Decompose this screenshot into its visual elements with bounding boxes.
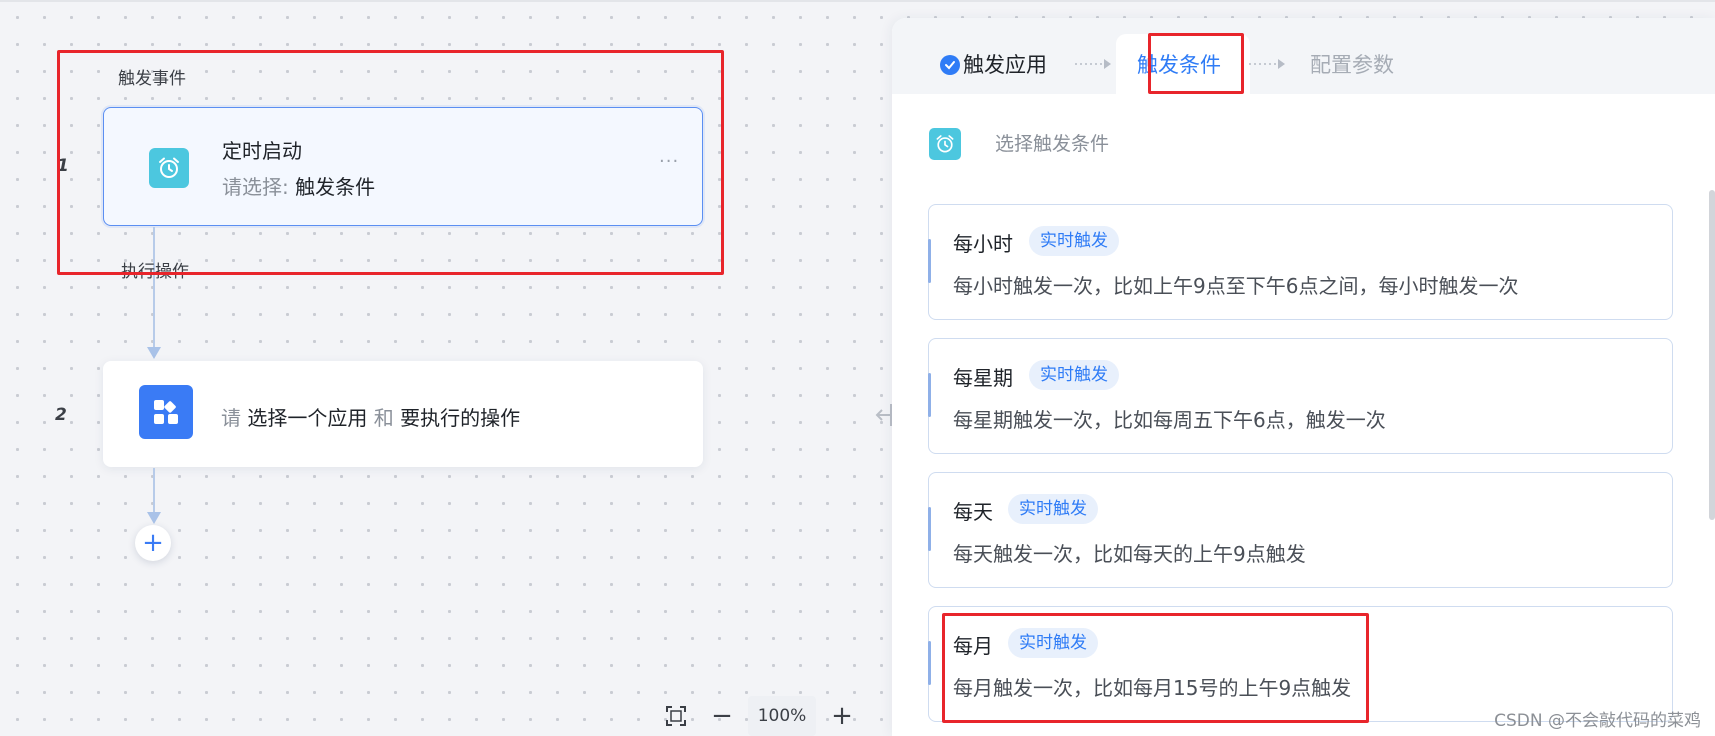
card-accent-bar bbox=[928, 641, 931, 685]
step-number-2: 2 bbox=[55, 405, 67, 425]
condition-desc: 每天触发一次，比如每天的上午9点触发 bbox=[953, 542, 1306, 566]
action-prompt-part-3: 和 bbox=[373, 406, 394, 430]
section-title: 选择触发条件 bbox=[995, 133, 1110, 155]
check-circle-icon bbox=[940, 55, 960, 75]
action-node[interactable]: 请 选择一个应用 和 要执行的操作 bbox=[103, 361, 703, 467]
plus-icon: + bbox=[142, 528, 164, 558]
condition-card-daily[interactable]: 每天 实时触发 每天触发一次，比如每天的上午9点触发 bbox=[928, 472, 1673, 588]
card-accent-bar bbox=[928, 239, 931, 283]
config-panel: 触发应用 触发条件 配置参数 选择触发条件 每小时 实时触发 每小时触发一次，比… bbox=[892, 18, 1715, 736]
highlight-box-trigger bbox=[57, 50, 724, 275]
realtime-badge: 实时触发 bbox=[1029, 360, 1119, 390]
condition-title: 每星期 bbox=[953, 366, 1013, 390]
panel-scrollbar[interactable] bbox=[1709, 190, 1715, 520]
watermark: CSDN @不会敲代码的菜鸡 bbox=[1494, 711, 1701, 731]
top-border bbox=[0, 0, 1715, 2]
fit-screen-button[interactable] bbox=[656, 696, 696, 736]
condition-card-hourly[interactable]: 每小时 实时触发 每小时触发一次，比如上午9点至下午6点之间，每小时触发一次 bbox=[928, 204, 1673, 320]
highlight-box-step bbox=[1148, 33, 1244, 94]
step-arrow-icon bbox=[1075, 59, 1111, 69]
highlight-box-monthly bbox=[942, 613, 1369, 723]
condition-title: 每小时 bbox=[953, 232, 1013, 256]
apps-grid-icon bbox=[139, 385, 193, 439]
action-prompt-part-1: 请 bbox=[221, 406, 241, 430]
zoom-level: 100% bbox=[748, 696, 816, 736]
card-accent-bar bbox=[928, 373, 931, 417]
steps-header: 触发应用 触发条件 配置参数 bbox=[892, 18, 1715, 94]
step-arrow-icon bbox=[1249, 59, 1285, 69]
action-prompt-part-2: 选择一个应用 bbox=[247, 406, 368, 430]
condition-desc: 每星期触发一次，比如每周五下午6点，触发一次 bbox=[953, 408, 1386, 432]
fit-screen-icon bbox=[666, 706, 686, 726]
zoom-in-button[interactable]: + bbox=[822, 696, 862, 736]
card-accent-bar bbox=[928, 507, 931, 551]
step-trigger-app[interactable]: 触发应用 bbox=[963, 49, 1047, 79]
zoom-out-button[interactable]: − bbox=[702, 696, 742, 736]
realtime-badge: 实时触发 bbox=[1029, 226, 1119, 256]
condition-card-weekly[interactable]: 每星期 实时触发 每星期触发一次，比如每周五下午6点，触发一次 bbox=[928, 338, 1673, 454]
step-config-params[interactable]: 配置参数 bbox=[1310, 49, 1394, 79]
condition-title: 每天 bbox=[953, 500, 993, 524]
condition-desc: 每小时触发一次，比如上午9点至下午6点之间，每小时触发一次 bbox=[953, 274, 1519, 298]
realtime-badge: 实时触发 bbox=[1008, 494, 1098, 524]
arrow-down-icon bbox=[147, 347, 161, 359]
alarm-clock-icon bbox=[929, 128, 961, 160]
action-node-prompt[interactable]: 请 选择一个应用 和 要执行的操作 bbox=[221, 402, 520, 431]
zoom-toolbar: − 100% + bbox=[656, 696, 862, 736]
add-step-button[interactable]: + bbox=[135, 525, 171, 561]
action-prompt-part-4: 要执行的操作 bbox=[400, 406, 521, 430]
arrow-down-icon bbox=[147, 512, 161, 524]
